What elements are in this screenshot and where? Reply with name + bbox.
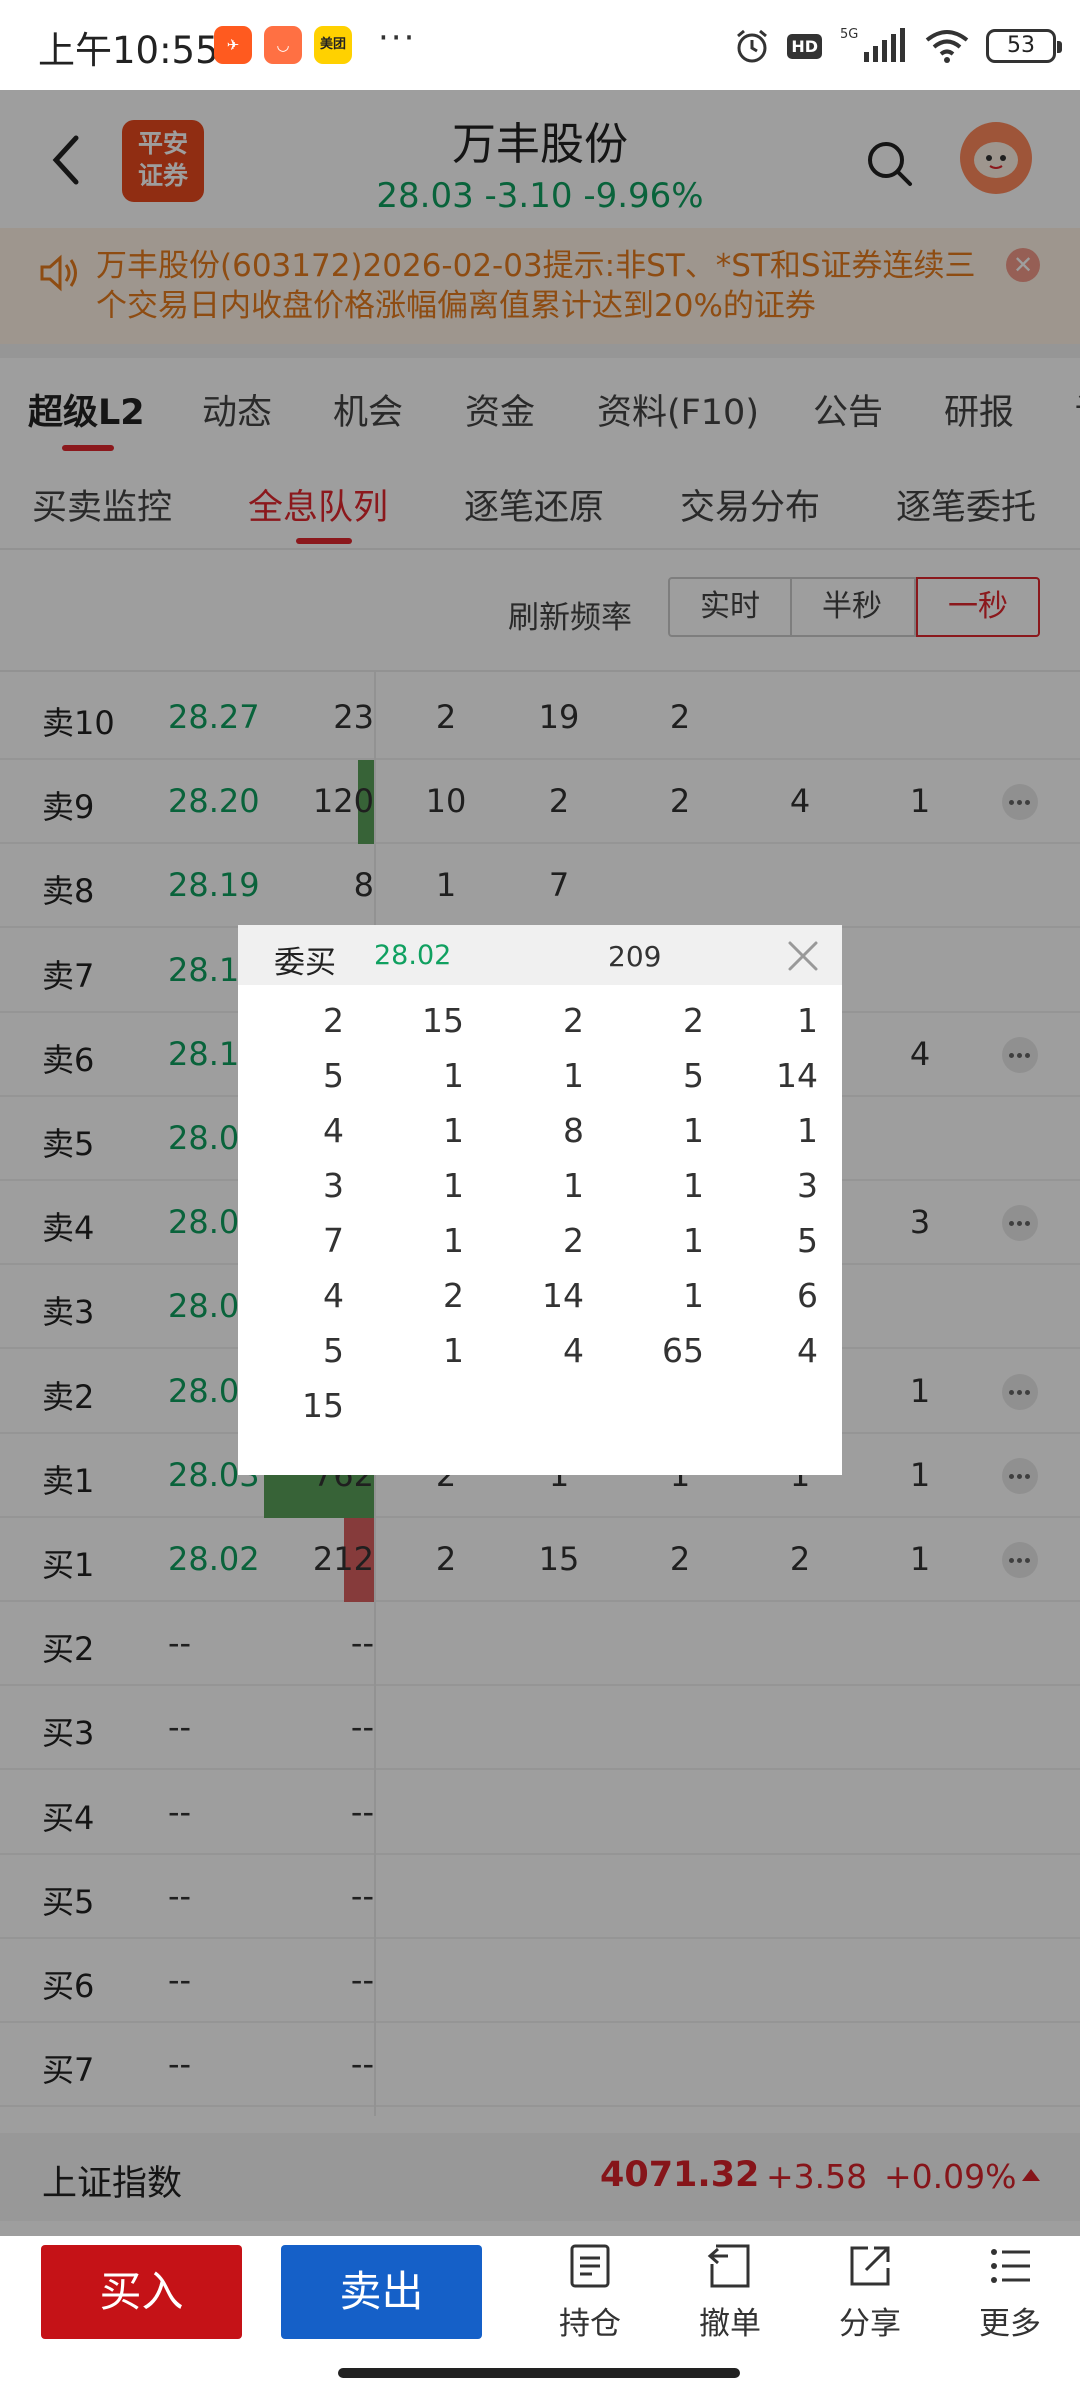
more-button[interactable]: 更多 (960, 2242, 1060, 2343)
share-button[interactable]: 分享 (820, 2242, 920, 2343)
popup-order-size: 15 (422, 1001, 464, 1040)
popup-header: 委买 28.02 209 (238, 925, 842, 985)
status-bar: 上午10:55 ✈ ◡ 美团 ··· HD 5G 53 (0, 0, 1080, 90)
popup-order-size: 4 (563, 1331, 584, 1370)
notification-app-icon: ◡ (264, 26, 302, 64)
popup-order-size: 6 (797, 1276, 818, 1315)
popup-order-size: 3 (323, 1166, 344, 1205)
popup-order-size: 1 (683, 1276, 704, 1315)
popup-order-size: 14 (776, 1056, 818, 1095)
share-icon (850, 2246, 890, 2286)
popup-order-size: 1 (443, 1331, 464, 1370)
popup-order-size: 2 (443, 1276, 464, 1315)
popup-order-count: 209 (608, 940, 662, 973)
popup-order-size: 1 (443, 1166, 464, 1205)
popup-order-size: 1 (443, 1221, 464, 1260)
meituan-icon: 美团 (314, 26, 352, 64)
alarm-icon (737, 29, 768, 63)
popup-order-size: 2 (563, 1221, 584, 1260)
home-indicator[interactable] (338, 2368, 740, 2378)
popup-order-size: 14 (542, 1276, 584, 1315)
popup-order-size: 2 (683, 1001, 704, 1040)
cancel-order-icon (707, 2244, 750, 2288)
app-screen: 上午10:55 ✈ ◡ 美团 ··· HD 5G 53 平安 证券 万丰股份 28… (0, 0, 1080, 2400)
popup-order-size: 5 (683, 1056, 704, 1095)
more-notifications-icon: ··· (378, 18, 417, 58)
close-icon[interactable] (784, 937, 822, 975)
popup-order-size: 4 (323, 1276, 344, 1315)
battery-icon: 53 (986, 29, 1062, 63)
buy-button[interactable]: 买入 (41, 2245, 242, 2339)
more-label: 更多 (979, 2306, 1041, 2342)
popup-price: 28.02 (374, 940, 452, 971)
positions-label: 持仓 (559, 2306, 621, 2342)
popup-order-size: 1 (443, 1056, 464, 1095)
popup-order-size: 15 (302, 1386, 344, 1425)
popup-order-size: 65 (662, 1331, 704, 1370)
popup-order-size: 5 (323, 1331, 344, 1370)
sell-button[interactable]: 卖出 (281, 2245, 482, 2339)
popup-order-size: 1 (683, 1166, 704, 1205)
hd-icon: HD (787, 33, 822, 59)
menu-icon (991, 2249, 1030, 2283)
popup-order-size: 4 (797, 1331, 818, 1370)
wifi-icon (925, 30, 969, 63)
cancel-order-label: 撤单 (699, 2306, 761, 2342)
popup-order-size: 8 (563, 1111, 584, 1150)
share-label: 分享 (839, 2306, 901, 2342)
popup-order-size: 5 (323, 1056, 344, 1095)
popup-order-size: 4 (323, 1111, 344, 1150)
popup-order-size: 3 (797, 1166, 818, 1205)
popup-order-size: 1 (797, 1111, 818, 1150)
positions-button[interactable]: 持仓 (540, 2242, 640, 2343)
popup-order-size: 1 (797, 1001, 818, 1040)
popup-title: 委买 (274, 945, 336, 981)
svg-text:5G: 5G (840, 27, 858, 42)
popup-order-size: 1 (563, 1166, 584, 1205)
positions-icon (570, 2244, 610, 2288)
popup-order-size: 7 (323, 1221, 344, 1260)
popup-order-size: 1 (443, 1111, 464, 1150)
cancel-order-button[interactable]: 撤单 (680, 2242, 780, 2343)
popup-order-size: 1 (683, 1111, 704, 1150)
notification-app-icon: ✈ (214, 26, 252, 64)
status-icons: HD 5G 53 (733, 24, 1062, 68)
popup-order-size: 5 (797, 1221, 818, 1260)
popup-order-size: 1 (683, 1221, 704, 1260)
status-time: 上午10:55 (38, 29, 219, 72)
signal-icon: 5G (840, 27, 905, 62)
popup-order-size: 2 (563, 1001, 584, 1040)
bid-queue-popup: 委买 28.02 209 2 15 2 2 1 5 1 1 5 14 4 1 8 1 1 3 1 1 1 3 7 1 2 1 5… (238, 925, 842, 1475)
popup-order-size: 2 (323, 1001, 344, 1040)
popup-order-size: 1 (563, 1056, 584, 1095)
